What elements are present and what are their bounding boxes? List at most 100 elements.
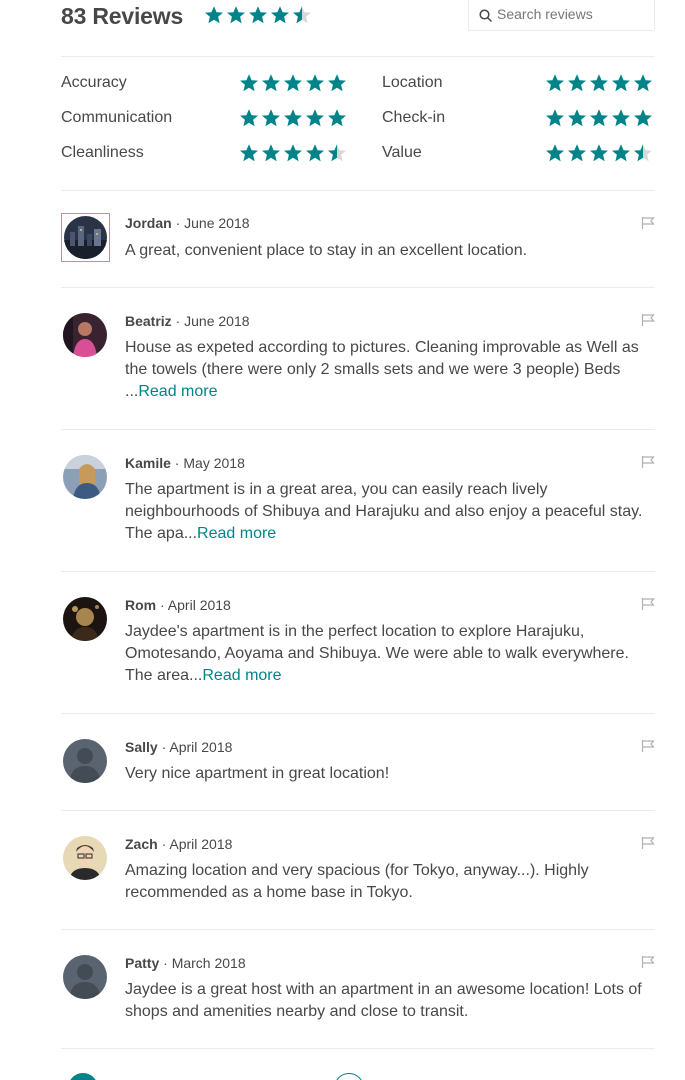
separator: · (157, 836, 170, 852)
divider (61, 56, 655, 57)
flag-icon[interactable] (641, 955, 655, 969)
reviewer-name[interactable]: Zach (125, 836, 158, 852)
review-meta: Beatriz · June 2018 (125, 313, 250, 329)
search-icon (479, 9, 492, 22)
review-date: April 2018 (167, 597, 231, 613)
flag-icon[interactable] (641, 216, 655, 230)
star-icon (612, 144, 630, 162)
star-icon (546, 144, 564, 162)
star-icon (306, 144, 324, 162)
avatar[interactable] (63, 955, 107, 999)
reviewer-name[interactable]: Beatriz (125, 313, 172, 329)
star-icon (568, 74, 586, 92)
category-label: Check-in (382, 109, 446, 126)
star-icon (240, 109, 258, 127)
divider (61, 429, 655, 430)
review-body: Very nice apartment in great location! (125, 765, 390, 782)
star-icon (612, 109, 630, 127)
review-meta: Zach · April 2018 (125, 836, 232, 852)
flag-icon[interactable] (641, 836, 655, 850)
review-date: June 2018 (184, 313, 250, 329)
flag-icon[interactable] (641, 313, 655, 327)
reviewer-name[interactable]: Rom (125, 597, 156, 613)
separator: · (170, 455, 184, 471)
star-icon (590, 144, 608, 162)
review-date: May 2018 (183, 455, 245, 471)
avatar[interactable] (63, 597, 107, 641)
divider (61, 190, 655, 191)
read-more-link[interactable]: Read more (138, 383, 217, 400)
star-icon (262, 74, 280, 92)
star-icon (634, 109, 652, 127)
divider (61, 1048, 655, 1049)
star-icon (590, 74, 608, 92)
category-label: Accuracy (61, 74, 127, 91)
divider (61, 810, 655, 811)
review-meta: Jordan · June 2018 (125, 215, 250, 231)
separator: · (171, 313, 185, 329)
star-icon (568, 109, 586, 127)
star-icon (205, 6, 223, 24)
star-icon (240, 74, 258, 92)
review-text: The apartment is in a great area, you ca… (125, 479, 645, 545)
star-icon (590, 109, 608, 127)
category-stars (544, 143, 654, 163)
avatar[interactable] (61, 213, 110, 262)
flag-icon[interactable] (641, 739, 655, 753)
star-icon (262, 144, 280, 162)
reviews-header: 83 Reviews (61, 0, 655, 36)
divider (61, 571, 655, 572)
read-more-link[interactable]: Read more (197, 525, 276, 542)
review-date: April 2018 (169, 836, 233, 852)
avatar[interactable] (63, 313, 107, 357)
review-body: Jaydee's apartment is in the perfect loc… (125, 623, 629, 684)
review-meta: Rom · April 2018 (125, 597, 231, 613)
review-meta: Sally · April 2018 (125, 739, 232, 755)
category-stars (238, 108, 348, 128)
pagination-active-page[interactable] (68, 1073, 98, 1080)
review-meta: Patty · March 2018 (125, 955, 246, 971)
star-icon (240, 144, 258, 162)
star-icon (284, 144, 302, 162)
avatar[interactable] (63, 455, 107, 499)
separator: · (156, 597, 168, 613)
star-icon (546, 109, 564, 127)
star-icon (249, 6, 267, 24)
review-text: Jaydee is a great host with an apartment… (125, 979, 645, 1023)
review-text: A great, convenient place to stay in an … (125, 240, 645, 262)
reviewer-name[interactable]: Sally (125, 739, 158, 755)
review-text: Very nice apartment in great location! (125, 763, 645, 785)
star-icon (634, 144, 652, 162)
divider (61, 929, 655, 930)
star-icon (328, 144, 346, 162)
star-icon (284, 74, 302, 92)
avatar[interactable] (63, 836, 107, 880)
search-input[interactable] (497, 1, 647, 27)
category-stars (238, 73, 348, 93)
flag-icon[interactable] (641, 455, 655, 469)
review-body: Amazing location and very spacious (for … (125, 862, 589, 901)
avatar[interactable] (63, 739, 107, 783)
separator: · (159, 955, 172, 971)
star-icon (568, 144, 586, 162)
review-text: Amazing location and very spacious (for … (125, 860, 645, 904)
search-box[interactable] (468, 0, 655, 31)
category-stars (544, 73, 654, 93)
reviewer-name[interactable]: Jordan (125, 215, 172, 231)
pagination-next-button[interactable] (334, 1073, 364, 1080)
reviewer-name[interactable]: Kamile (125, 455, 171, 471)
separator: · (171, 215, 185, 231)
flag-icon[interactable] (641, 597, 655, 611)
review-text: House as expeted according to pictures. … (125, 337, 645, 403)
category-label: Location (382, 74, 443, 91)
reviewer-name[interactable]: Patty (125, 955, 159, 971)
star-icon (293, 6, 311, 24)
review-date: June 2018 (184, 215, 250, 231)
divider (61, 287, 655, 288)
category-stars (238, 143, 348, 163)
star-icon (306, 109, 324, 127)
review-count: 83 Reviews (61, 3, 184, 29)
review-body: Jaydee is a great host with an apartment… (125, 981, 642, 1020)
review-date: March 2018 (171, 955, 246, 971)
read-more-link[interactable]: Read more (202, 667, 281, 684)
